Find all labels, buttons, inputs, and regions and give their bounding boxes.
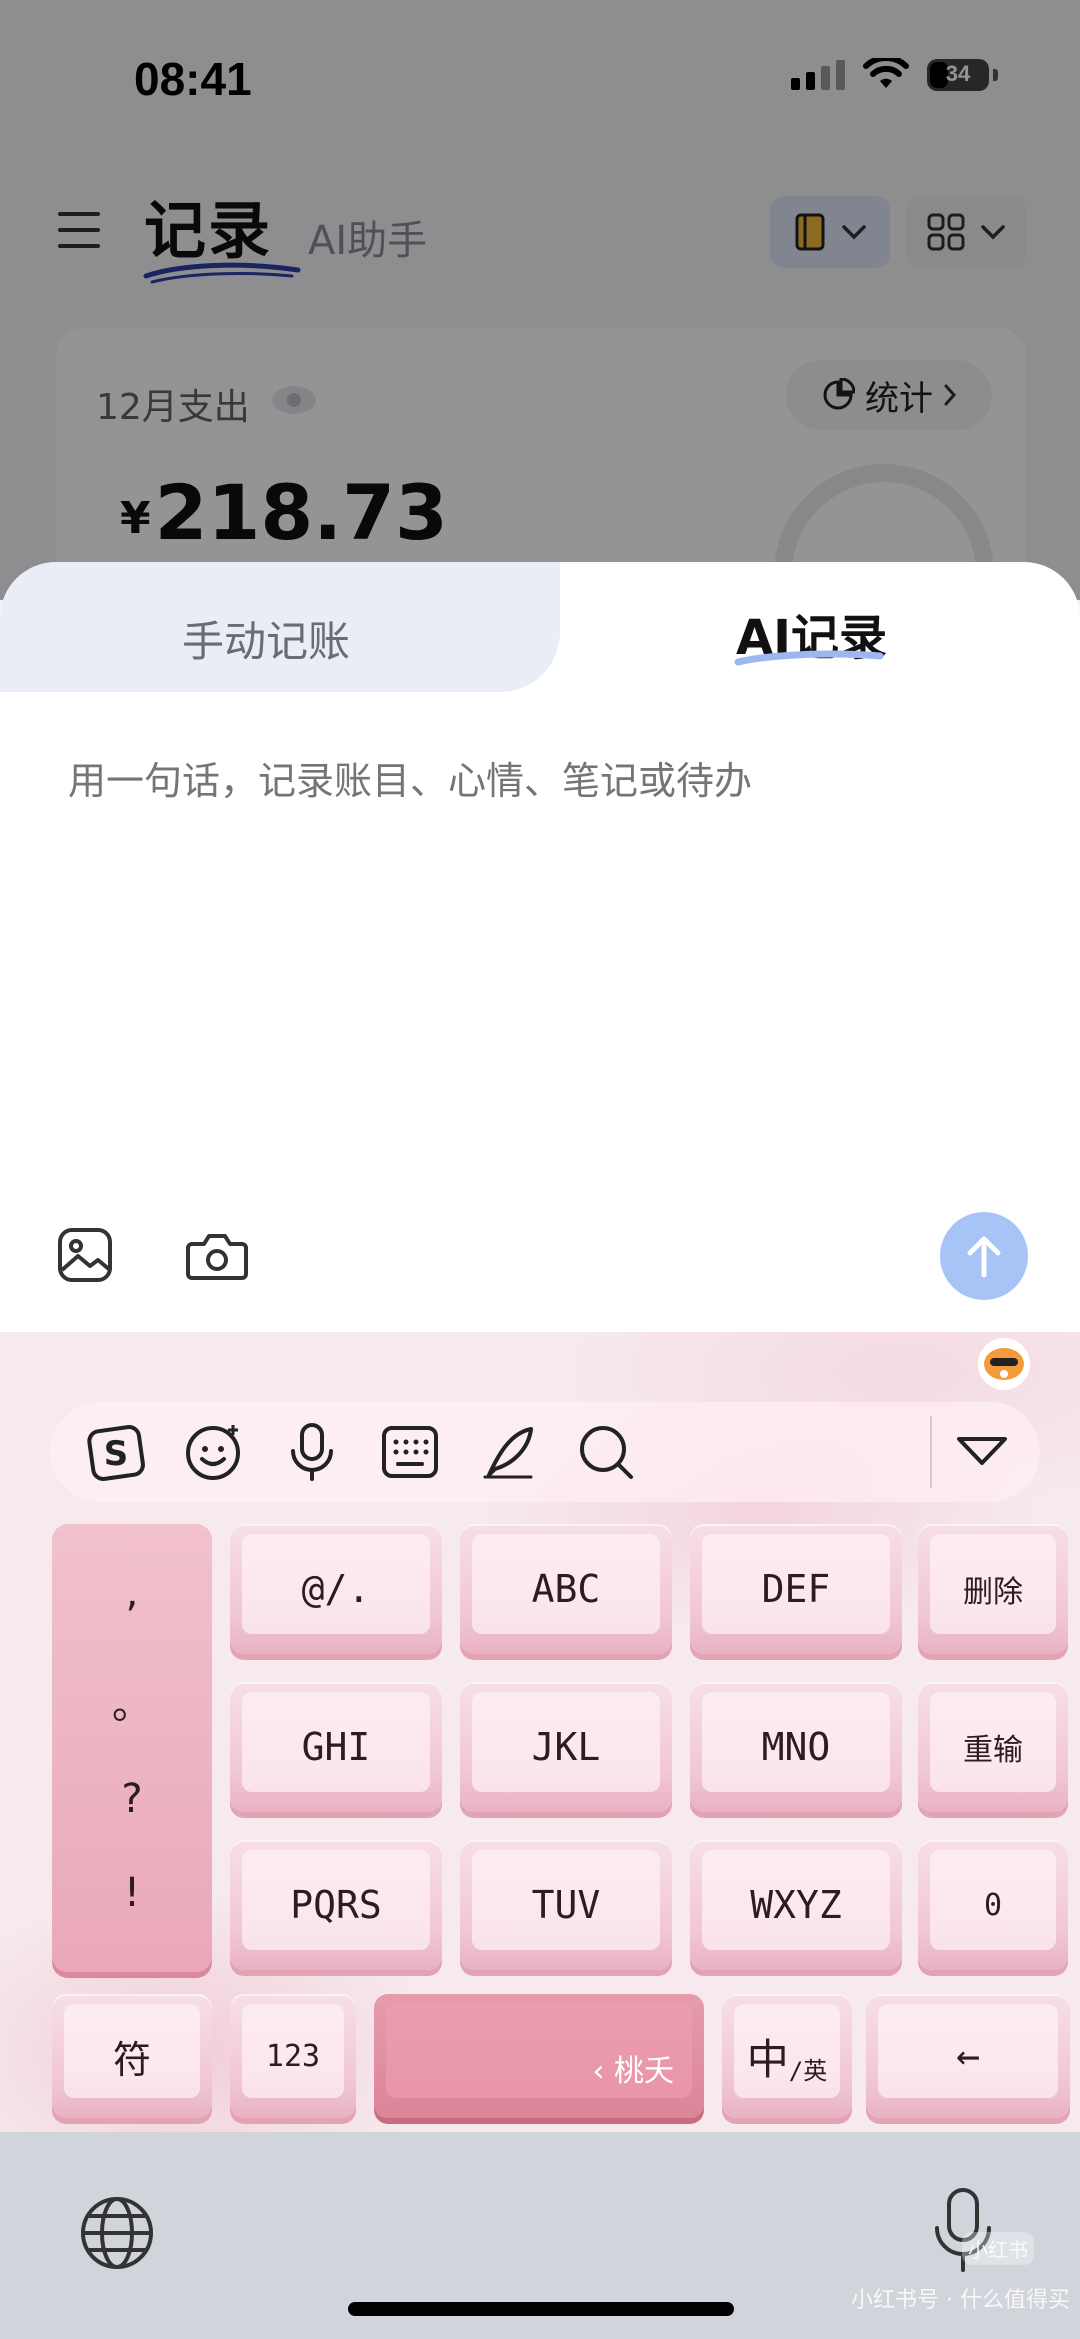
hide-keyboard-icon[interactable] [950,1420,1014,1484]
tab-manual-entry[interactable]: 手动记账 [182,608,350,669]
globe-icon[interactable] [78,2194,156,2272]
camera-icon[interactable] [186,1228,248,1282]
punct-key[interactable]: 。 [52,1672,212,1730]
image-icon[interactable] [56,1226,114,1284]
punctuation-column[interactable]: , 。 ? ! [52,1524,212,1972]
key-abc[interactable]: ABC [460,1524,672,1654]
watermark-text: 小红书号 · 什么值得买 [850,2288,1070,2313]
punct-key[interactable]: , [52,1570,212,1616]
key-ghi[interactable]: GHI [230,1682,442,1812]
sogou-logo-icon[interactable]: S [84,1420,148,1484]
symbols-key[interactable]: 符 [52,1994,212,2118]
keyboard-toolbar: S [50,1402,1040,1502]
key-symbols[interactable]: @/. [230,1524,442,1654]
svg-text:S: S [104,1434,129,1474]
key-jkl[interactable]: JKL [460,1682,672,1812]
enter-key[interactable]: ← [866,1994,1070,2118]
ime-keyboard: S , 。 ? ! @/. ABC DEF 删除 GHI JKL MNO 重输 … [0,1332,1080,2132]
numbers-key[interactable]: 123 [230,1994,356,2118]
reset-key[interactable]: 重输 [918,1682,1068,1812]
mascot-icon[interactable] [978,1338,1030,1390]
background-app: 08:41 34 记录 AI助手 12月支出 统计 ¥218.73 [0,0,1080,684]
key-def[interactable]: DEF [690,1524,902,1654]
key-tuv[interactable]: TUV [460,1840,672,1970]
watermark-badge: 小红书 [962,2232,1034,2265]
record-input[interactable] [66,758,1020,804]
tab-active-underline [734,650,884,666]
language-toggle-key[interactable]: 中/英 [722,1994,852,2118]
home-indicator[interactable] [348,2302,734,2316]
key-zero[interactable]: 0 [918,1840,1068,1970]
arrow-up-icon [967,1236,1001,1278]
punct-key[interactable]: ? [52,1776,212,1822]
send-button[interactable] [940,1212,1028,1300]
modal-scrim[interactable] [0,0,1080,600]
handwriting-icon[interactable] [476,1420,540,1484]
keyboard-layout-icon[interactable] [378,1420,442,1484]
key-wxyz[interactable]: WXYZ [690,1840,902,1970]
record-sheet: 手动记账 AI记录 [0,562,1080,1342]
system-keyboard-bar: 小红书 小红书号 · 什么值得买 [0,2132,1080,2339]
punct-key[interactable]: ! [52,1870,212,1916]
voice-input-icon[interactable] [280,1420,344,1484]
search-icon[interactable] [574,1420,638,1484]
key-pqrs[interactable]: PQRS [230,1840,442,1970]
delete-key[interactable]: 删除 [918,1524,1068,1654]
space-key[interactable]: ‹ 桃夭 [374,1994,704,2118]
key-mno[interactable]: MNO [690,1682,902,1812]
emoji-icon[interactable] [182,1420,246,1484]
